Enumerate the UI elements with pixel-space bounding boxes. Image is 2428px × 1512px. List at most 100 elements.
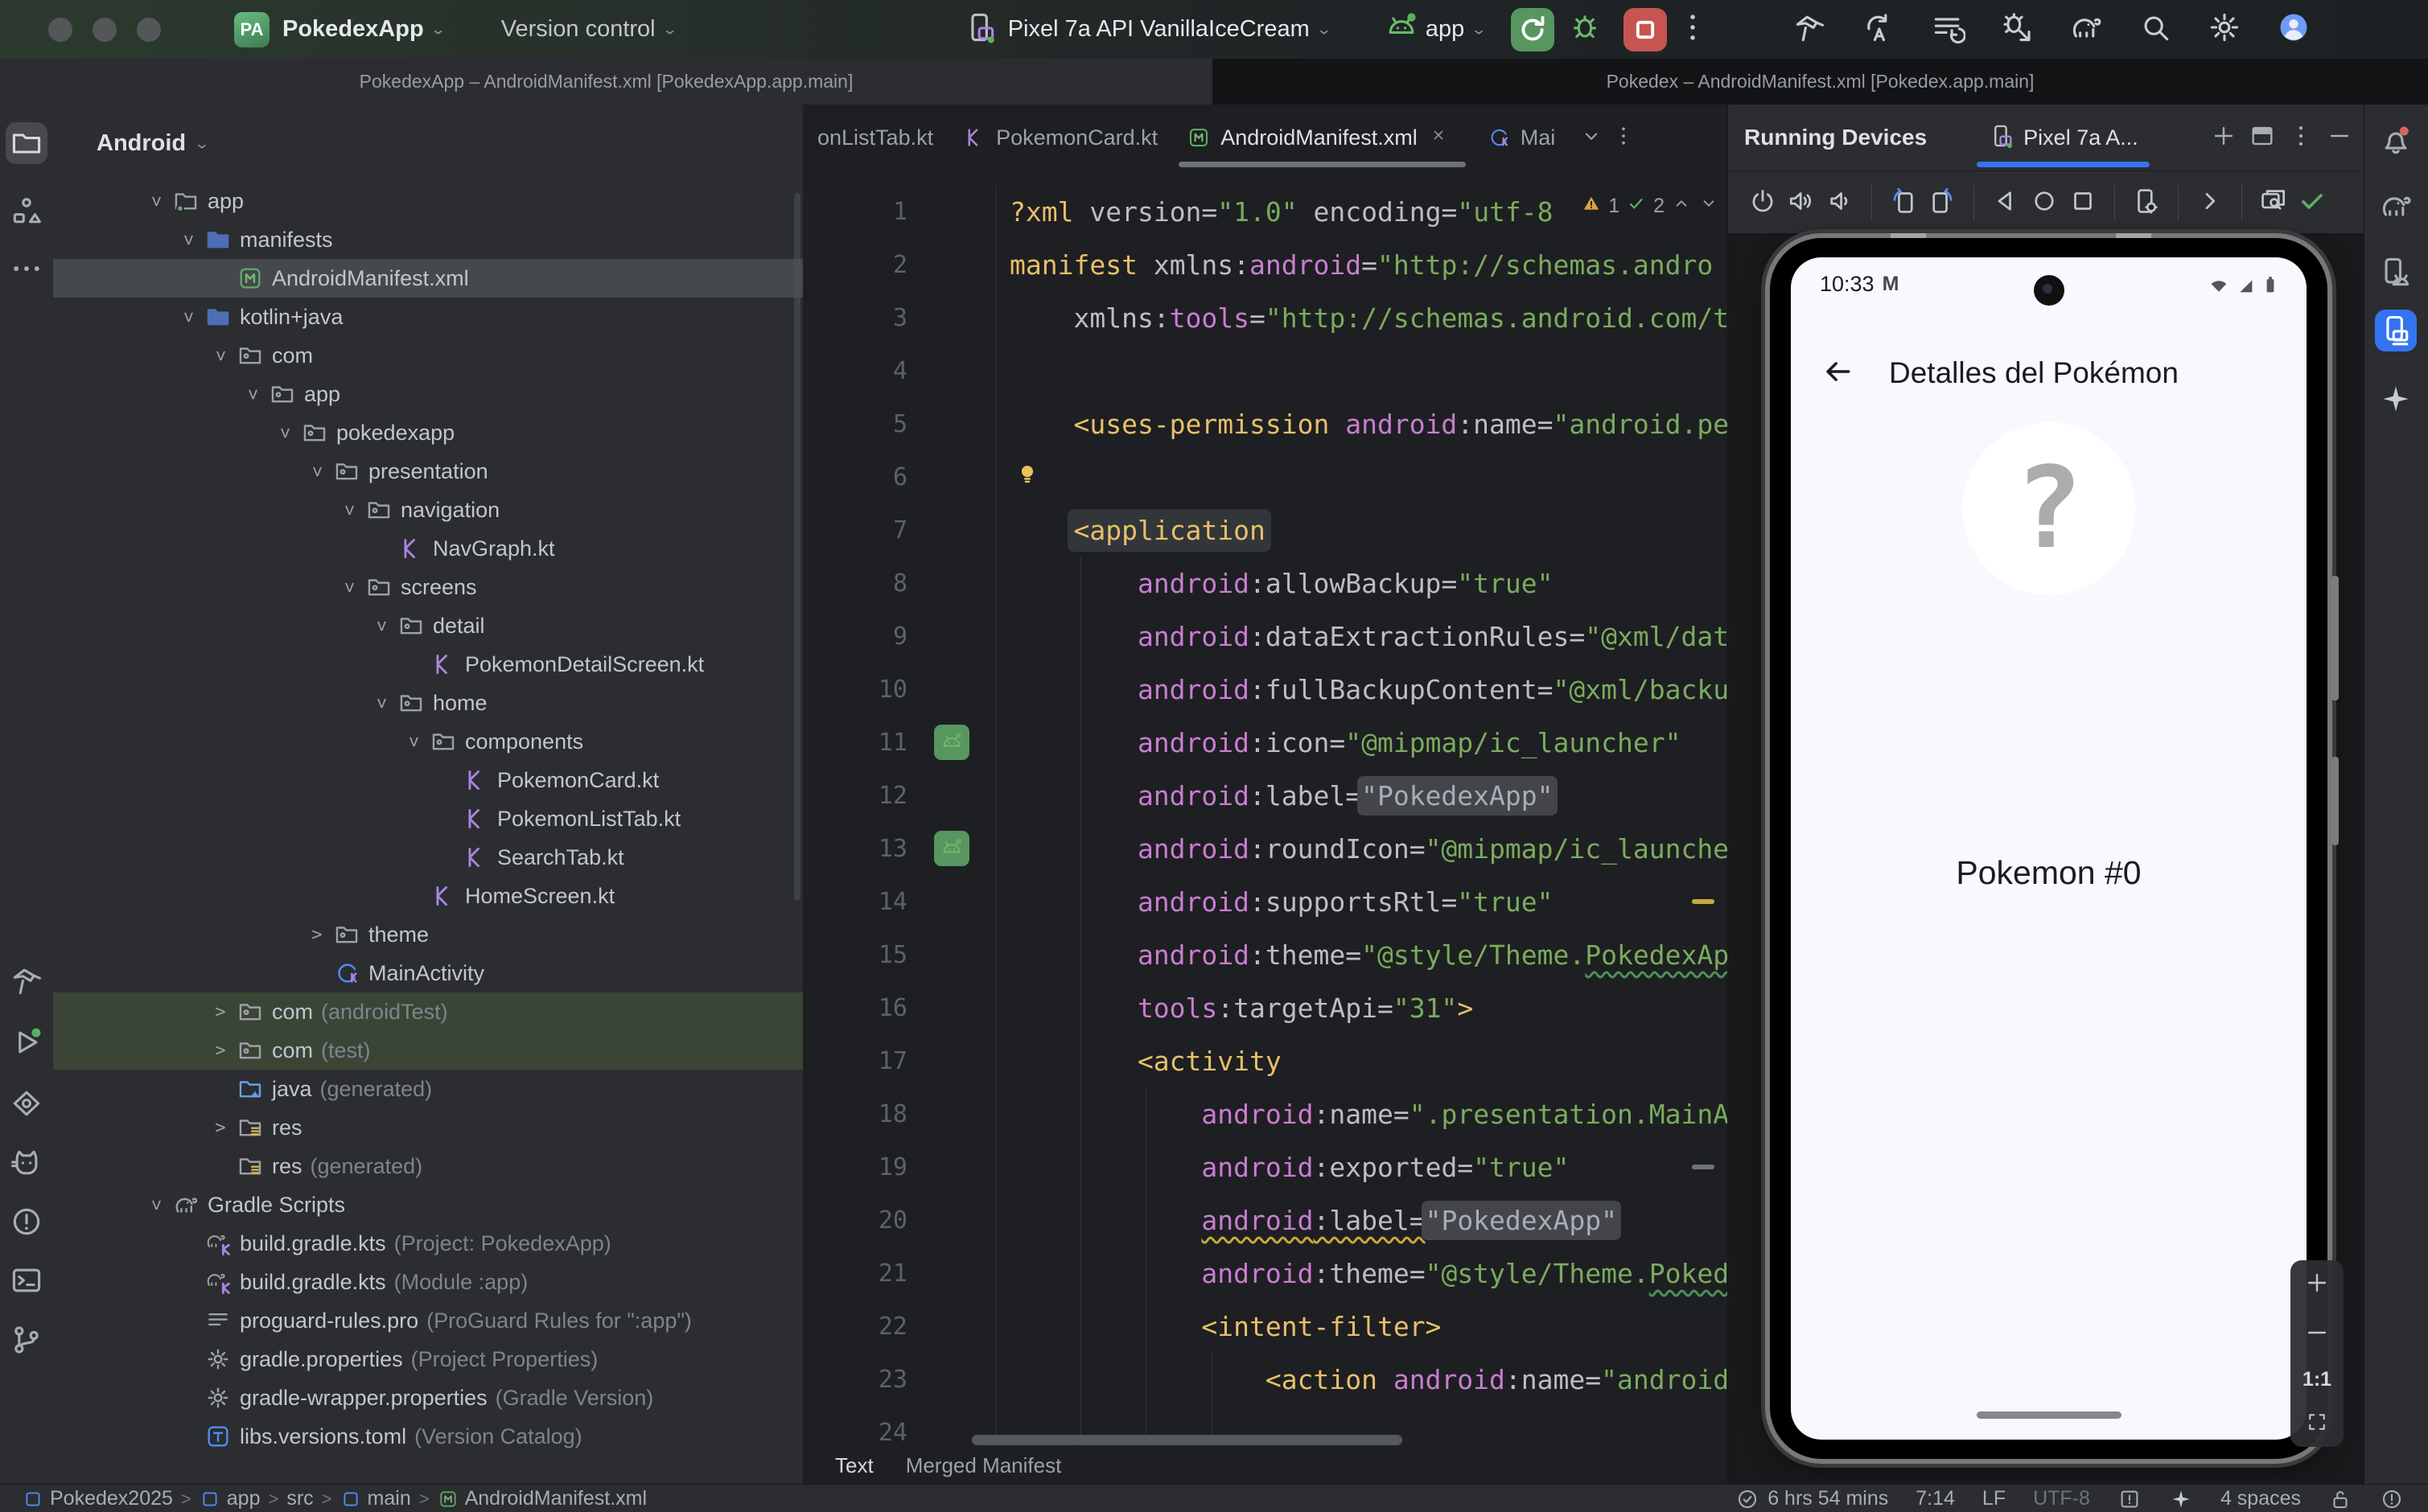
code-line-17[interactable]: 17 <activity [803,1034,1727,1087]
zoom-fit-button[interactable] [2305,1410,2329,1438]
zoom-out-button[interactable] [2303,1319,2331,1350]
breadcrumb-item[interactable]: main [340,1487,411,1510]
emulator-chevron-right-button[interactable] [2195,186,2225,220]
stripe-running-devices[interactable] [2375,310,2417,351]
tree-item-com[interactable]: > com (androidTest) [53,992,803,1031]
tab-merged-manifest[interactable]: Merged Manifest [906,1453,1062,1478]
code-area[interactable]: 1 ?xml version= "1.0" encoding= "utf-8 2 mani… [803,185,1727,1460]
check-icon[interactable] [2297,186,2327,216]
emulator-rotate-right-button[interactable] [1927,186,1957,220]
code-line-19[interactable]: 19 android:exported= "true" [803,1140,1727,1194]
tree-item-PokemonListTab.kt[interactable]: PokemonListTab.kt [53,799,803,838]
code-line-16[interactable]: 16 tools:targetApi= "31" > [803,981,1727,1034]
project-scrollbar[interactable] [794,193,800,901]
fit-screen-icon[interactable] [2305,1410,2329,1434]
split-icon[interactable] [2249,122,2276,150]
editor-tab-Mai[interactable]: Mai [1472,105,1570,171]
tab-text[interactable]: Text [835,1453,874,1478]
bug-icon[interactable] [1567,10,1603,45]
toolbar-sync-a[interactable] [1861,10,1896,49]
status-item-4 spaces[interactable]: 4 spaces [2220,1487,2301,1510]
code-line-6[interactable]: 6 [803,450,1727,503]
vcs-widget[interactable]: Version control [501,16,656,43]
code-line-11[interactable]: 11 android:icon= "@mipmap/ic_launcher" [803,716,1727,769]
emulator-nav-home-button[interactable] [2029,186,2060,220]
back-button[interactable] [1820,354,1855,393]
stripe-terminal[interactable] [6,1259,47,1301]
gesture-navigation-bar[interactable] [1976,1411,2121,1419]
tree-toggle-icon[interactable]: > [211,341,231,370]
code-line-14[interactable]: 14 android:supportsRtl= "true" [803,875,1727,928]
power-icon[interactable] [1747,186,1778,216]
stripe-structure[interactable] [6,190,47,232]
stripe-build-hammer[interactable] [6,959,47,1001]
device-screen[interactable]: 10:33 M Detalles del Pokémon ? Pokemon #… [1791,257,2307,1440]
toolbar-gradle[interactable] [2068,10,2104,49]
tree-toggle-icon[interactable]: > [206,1118,235,1138]
breadcrumb-item[interactable]: AndroidManifest.xml [438,1487,647,1510]
plus-icon[interactable] [2303,1269,2331,1296]
status-item[interactable] [2328,1487,2352,1511]
minus-icon[interactable] [2303,1319,2331,1346]
device-tab-pixel-7a[interactable]: Pixel 7a A... [1977,105,2150,171]
tree-item-PokemonCard.kt[interactable]: PokemonCard.kt [53,761,803,799]
tree-item-manifests[interactable]: > manifests [53,220,803,259]
toolbar-avatar[interactable] [2276,10,2311,49]
tree-item-PokemonDetailScreen.kt[interactable]: PokemonDetailScreen.kt [53,645,803,684]
tree-item-theme[interactable]: > theme [53,915,803,954]
chevron-right-icon[interactable] [2195,186,2225,216]
tree-item-screens[interactable]: > screens [53,568,803,606]
tree-item-build.gradle.kts[interactable]: build.gradle.kts (Project: PokedexApp) [53,1224,803,1263]
close-x-icon[interactable] [1429,125,1448,145]
stripe-problems-circle[interactable] [6,1201,47,1243]
tree-toggle-icon[interactable]: > [275,418,295,447]
status-item-7:14[interactable]: 7:14 [1916,1487,1955,1510]
back-arrow-icon[interactable] [1820,354,1855,389]
window-minimize-button[interactable] [93,17,117,42]
tree-item-NavGraph.kt[interactable]: NavGraph.kt [53,529,803,568]
tree-item-AndroidManifest.xml[interactable]: AndroidManifest.xml [53,259,803,298]
tree-toggle-icon[interactable]: > [340,495,360,524]
tree-item-home[interactable]: > home [53,684,803,722]
code-line-21[interactable]: 21 android:theme= "@style/Theme. Poked [803,1247,1727,1300]
panel-minus-button[interactable] [2326,122,2353,154]
tree-item-libs.versions.toml[interactable]: libs.versions.toml (Version Catalog) [53,1417,803,1456]
emulator-screenshot-button[interactable] [2258,186,2289,220]
horizontal-scrollbar[interactable] [972,1435,1402,1445]
tree-item-build.gradle.kts[interactable]: build.gradle.kts (Module :app) [53,1263,803,1301]
window-zoom-button[interactable] [137,17,161,42]
stop-app-button[interactable] [1623,7,1668,51]
kebab-icon[interactable] [2287,122,2315,150]
tree-toggle-icon[interactable]: > [146,187,167,216]
volume-up-icon[interactable] [1786,186,1817,216]
panel-split-button[interactable] [2249,122,2276,154]
tree-toggle-icon[interactable]: > [179,302,199,331]
toolbar-build-hammer[interactable] [1792,10,1827,49]
code-line-13[interactable]: 13 android:roundIcon= "@mipmap/ic_launche [803,822,1727,875]
tree-item-java[interactable]: java (generated) [53,1070,803,1108]
screenshot-icon[interactable] [2258,186,2289,216]
nav-home-icon[interactable] [2029,186,2060,216]
status-item[interactable] [2117,1487,2142,1511]
tree-toggle-icon[interactable]: > [404,727,424,756]
stripe-sparkle[interactable] [2375,378,2417,420]
tree-item-res[interactable]: > res [53,1108,803,1147]
android-gutter-icon[interactable] [934,725,969,760]
rotate-right-icon[interactable] [1927,186,1957,216]
code-line-2[interactable]: 2 manifest xmlns: android = "http://schemas.… [803,238,1727,291]
stripe-gradle[interactable] [2375,185,2417,227]
code-line-22[interactable]: 22 <intent-filter> [803,1300,1727,1353]
breadcrumb-item[interactable]: Pokedex2025 [23,1487,173,1510]
nav-back-icon[interactable] [1990,186,2021,216]
tree-item-kotlin+java[interactable]: > kotlin+java [53,298,803,336]
status-item[interactable] [2169,1487,2193,1511]
toolbar-search[interactable] [2138,10,2173,49]
tree-item-components[interactable]: > components [53,722,803,761]
tree-toggle-icon[interactable]: > [206,1002,235,1022]
editor-tab-onListTab.kt[interactable]: onListTab.kt [803,105,948,171]
code-line-18[interactable]: 18 android:name= ".presentation.MainA [803,1087,1727,1140]
tree-item-gradle.properties[interactable]: gradle.properties (Project Properties) [53,1340,803,1378]
breadcrumb-item[interactable]: src [286,1487,313,1510]
status-item[interactable] [2380,1487,2404,1511]
emulator-check-button[interactable] [2297,186,2327,220]
